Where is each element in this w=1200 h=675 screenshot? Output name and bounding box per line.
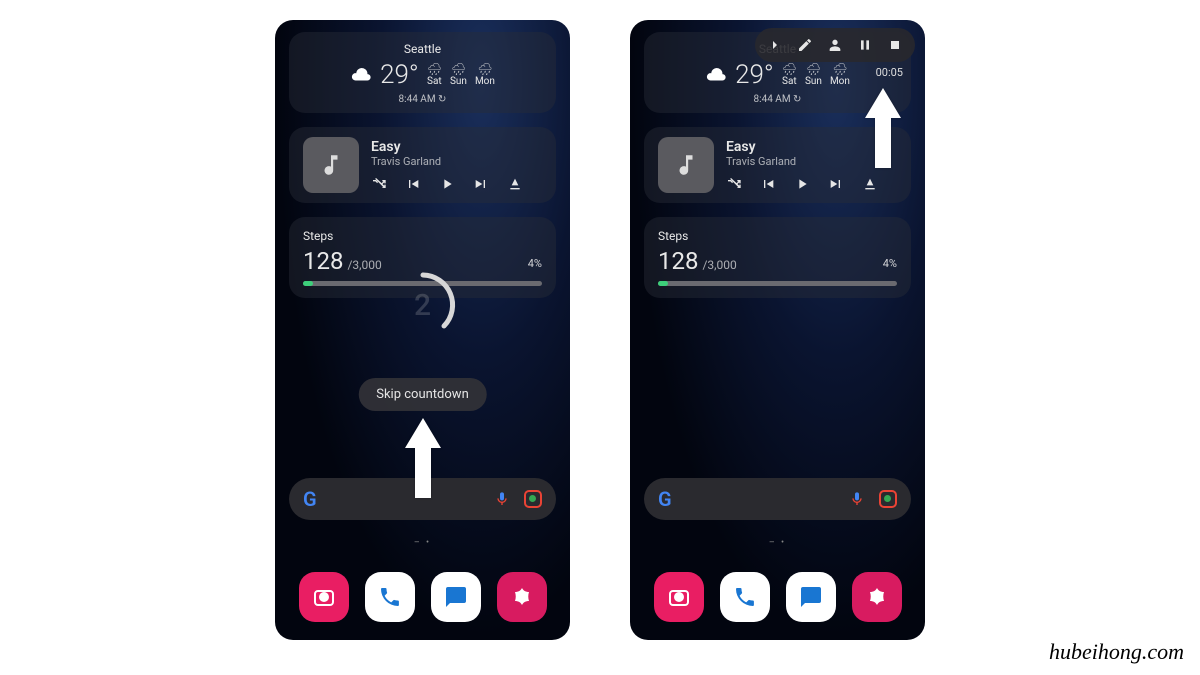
watermark-text: hubeihong.com: [1049, 639, 1184, 665]
steps-percent: 4%: [883, 257, 897, 270]
album-art: [303, 137, 359, 193]
camera-app-icon[interactable]: [299, 572, 349, 622]
steps-progress-bar: [658, 281, 897, 286]
weather-temp: 29°: [735, 60, 774, 90]
gallery-app-icon[interactable]: [852, 572, 902, 622]
gallery-app-icon[interactable]: [497, 572, 547, 622]
lyrics-icon[interactable]: [862, 176, 878, 192]
prev-icon[interactable]: [405, 176, 421, 192]
music-note-icon: [318, 152, 344, 178]
forecast-row: 🌧Sat 🌧Sun 🌧Mon: [782, 62, 850, 88]
phone-app-icon[interactable]: [720, 572, 770, 622]
weather-time: 8:44 AM ↻: [303, 94, 542, 105]
annotation-arrow-icon: [865, 88, 901, 168]
steps-label: Steps: [303, 229, 542, 243]
lens-icon[interactable]: [879, 490, 897, 508]
google-logo-icon: G: [303, 487, 317, 511]
mic-icon[interactable]: [849, 491, 865, 507]
cloud-icon: [705, 64, 727, 86]
next-icon[interactable]: [828, 176, 844, 192]
recording-time: 00:05: [876, 66, 903, 79]
steps-goal: /3,000: [702, 258, 736, 272]
weather-widget[interactable]: Seattle 29° 🌧Sat 🌧Sun 🌧Mon 8:44 AM ↻: [289, 32, 556, 113]
skip-countdown-button[interactable]: Skip countdown: [358, 378, 487, 411]
play-icon[interactable]: [439, 176, 455, 192]
shuffle-icon[interactable]: [371, 176, 387, 192]
track-artist: Travis Garland: [371, 155, 542, 168]
steps-widget[interactable]: Steps 128 /3,000 4%: [644, 217, 911, 298]
steps-goal: /3,000: [347, 258, 381, 272]
weather-temp: 29°: [380, 60, 419, 90]
weather-time: 8:44 AM ↻: [658, 94, 897, 105]
pencil-icon[interactable]: [797, 37, 813, 53]
countdown-arc: 2: [388, 270, 458, 340]
page-indicator: – •: [414, 538, 431, 548]
messages-app-icon[interactable]: [431, 572, 481, 622]
page-indicator: – •: [769, 538, 786, 548]
music-widget[interactable]: Easy Travis Garland: [289, 127, 556, 203]
weather-city: Seattle: [303, 42, 542, 56]
prev-icon[interactable]: [760, 176, 776, 192]
phone-screenshot-right: 00:05 Seattle 29° 🌧Sat 🌧Sun 🌧Mon 8:44 AM…: [630, 20, 925, 640]
mic-icon[interactable]: [494, 491, 510, 507]
google-search-bar[interactable]: G: [644, 478, 911, 520]
chevron-right-icon[interactable]: [767, 37, 783, 53]
camera-app-icon[interactable]: [654, 572, 704, 622]
pause-icon[interactable]: [857, 37, 873, 53]
messages-app-icon[interactable]: [786, 572, 836, 622]
cloud-icon: [350, 64, 372, 86]
steps-count: 128: [303, 247, 343, 275]
person-icon[interactable]: [827, 37, 843, 53]
app-dock: [275, 572, 570, 622]
stop-icon[interactable]: [887, 37, 903, 53]
lens-icon[interactable]: [524, 490, 542, 508]
shuffle-icon[interactable]: [726, 176, 742, 192]
lyrics-icon[interactable]: [507, 176, 523, 192]
track-title: Easy: [371, 139, 542, 155]
annotation-arrow-icon: [405, 418, 441, 498]
app-dock: [630, 572, 925, 622]
album-art: [658, 137, 714, 193]
music-note-icon: [673, 152, 699, 178]
steps-label: Steps: [658, 229, 897, 243]
recording-toolbar[interactable]: [755, 28, 915, 62]
phone-app-icon[interactable]: [365, 572, 415, 622]
forecast-row: 🌧Sat 🌧Sun 🌧Mon: [427, 62, 495, 88]
phone-screenshot-left: Seattle 29° 🌧Sat 🌧Sun 🌧Mon 8:44 AM ↻: [275, 20, 570, 640]
next-icon[interactable]: [473, 176, 489, 192]
steps-percent: 4%: [528, 257, 542, 270]
steps-count: 128: [658, 247, 698, 275]
countdown-number: 2: [388, 270, 458, 340]
play-icon[interactable]: [794, 176, 810, 192]
google-logo-icon: G: [658, 487, 672, 511]
